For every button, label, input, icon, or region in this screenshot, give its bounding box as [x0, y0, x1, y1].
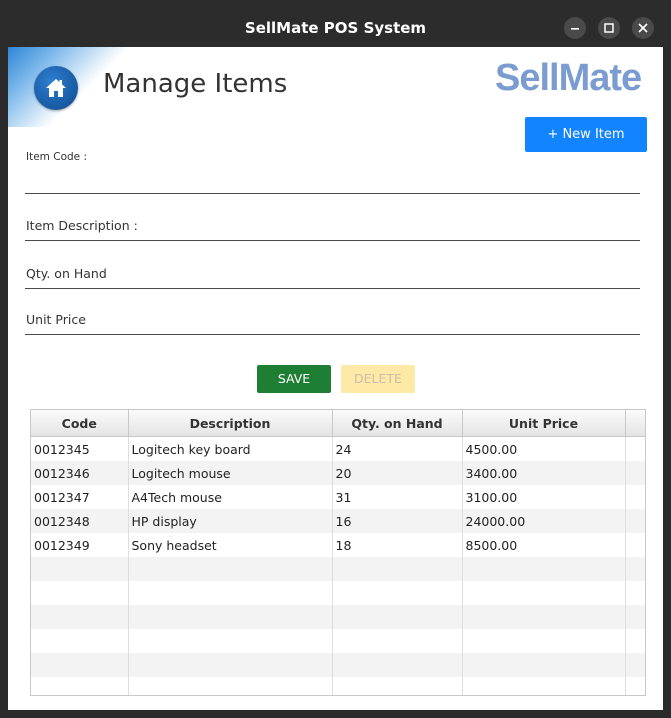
cell-code: 0012347: [31, 485, 129, 509]
home-button[interactable]: [34, 66, 78, 110]
cell-unit-price: 8500.00: [462, 533, 626, 557]
table-row[interactable]: 0012349 Sony headset 18 8500.00: [31, 533, 645, 557]
minimize-icon: [571, 28, 579, 30]
empty-table-row: [31, 557, 645, 581]
maximize-button[interactable]: [598, 17, 620, 39]
cell-description: Sony headset: [128, 533, 333, 557]
save-button[interactable]: SAVE: [257, 365, 331, 393]
empty-table-row: [31, 629, 645, 653]
empty-table-row: [31, 653, 645, 677]
cell-description: Logitech key board: [128, 436, 333, 461]
cell-qty-on-hand: 20: [332, 461, 463, 485]
qty-on-hand-underline: [25, 288, 640, 289]
qty-on-hand-input[interactable]: [25, 265, 640, 287]
cell-qty-on-hand: 16: [332, 509, 463, 533]
cell-unit-price: 3400.00: [462, 461, 626, 485]
item-code-underline: [25, 193, 640, 194]
manage-items-window: Manage Items SellMate + New Item Item Co…: [8, 47, 663, 710]
cell-description: HP display: [128, 509, 333, 533]
page-title: Manage Items: [103, 69, 288, 99]
cell-unit-price: 3100.00: [462, 485, 626, 509]
column-header-description[interactable]: Description: [128, 410, 333, 437]
table-header-row: Code Description Qty. on Hand Unit Price: [31, 410, 645, 437]
table-row[interactable]: 0012346 Logitech mouse 20 3400.00: [31, 461, 645, 485]
sellmate-logo: SellMate: [495, 57, 642, 99]
column-header-filler: [625, 410, 645, 437]
unit-price-input[interactable]: [25, 311, 640, 333]
cell-description: Logitech mouse: [128, 461, 333, 485]
column-header-unit-price[interactable]: Unit Price: [462, 410, 626, 437]
table-row[interactable]: 0012345 Logitech key board 24 4500.00: [31, 436, 645, 461]
home-icon: [46, 79, 66, 97]
item-description-input[interactable]: [25, 217, 640, 239]
item-description-underline: [25, 240, 640, 241]
empty-table-row: [31, 581, 645, 605]
cell-qty-on-hand: 24: [332, 436, 463, 461]
title-bar: SellMate POS System: [0, 0, 671, 47]
cell-unit-price: 4500.00: [462, 436, 626, 461]
cell-unit-price: 24000.00: [462, 509, 626, 533]
maximize-icon: [604, 23, 614, 33]
items-table[interactable]: Code Description Qty. on Hand Unit Price…: [30, 409, 646, 696]
column-header-code[interactable]: Code: [31, 410, 129, 437]
close-icon: [638, 23, 648, 33]
cell-qty-on-hand: 31: [332, 485, 463, 509]
new-item-button[interactable]: + New Item: [525, 117, 647, 152]
cell-code: 0012349: [31, 533, 129, 557]
item-code-input[interactable]: [25, 171, 640, 191]
delete-button[interactable]: DELETE: [341, 365, 415, 393]
cell-code: 0012346: [31, 461, 129, 485]
cell-code: 0012345: [31, 436, 129, 461]
empty-table-row: [31, 677, 645, 695]
cell-description: A4Tech mouse: [128, 485, 333, 509]
table-row[interactable]: 0012348 HP display 16 24000.00: [31, 509, 645, 533]
empty-table-row: [31, 605, 645, 629]
cell-qty-on-hand: 18: [332, 533, 463, 557]
cell-code: 0012348: [31, 509, 129, 533]
column-header-qty-on-hand[interactable]: Qty. on Hand: [332, 410, 463, 437]
unit-price-underline: [25, 334, 640, 335]
minimize-button[interactable]: [564, 17, 586, 39]
close-button[interactable]: [632, 17, 654, 39]
item-code-label: Item Code :: [26, 151, 87, 163]
table-row[interactable]: 0012347 A4Tech mouse 31 3100.00: [31, 485, 645, 509]
